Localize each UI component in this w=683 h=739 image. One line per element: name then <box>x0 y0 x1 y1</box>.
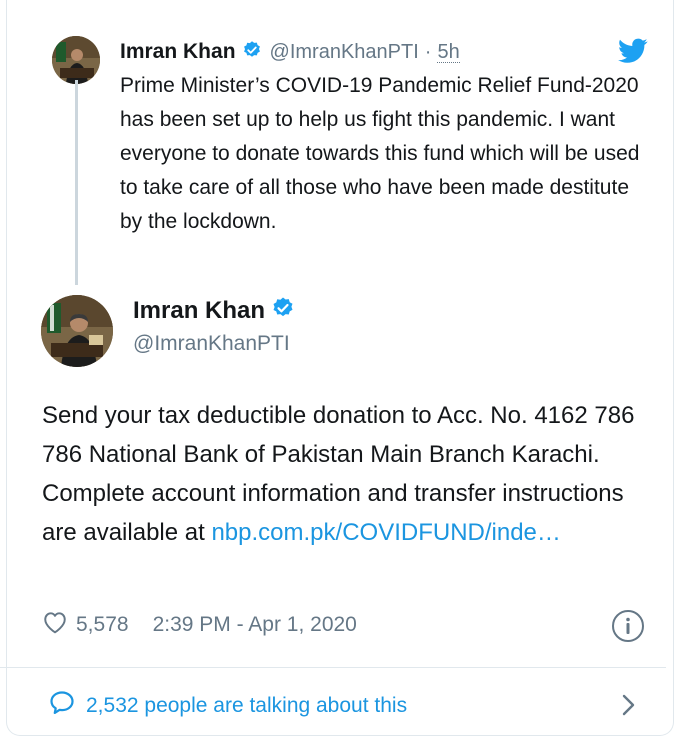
quoted-author-name[interactable]: Imran Khan <box>120 40 236 64</box>
tweet-body: Send your tax deductible donation to Acc… <box>42 396 657 552</box>
verified-badge-icon <box>242 40 262 65</box>
chevron-right-icon[interactable] <box>618 693 638 722</box>
heart-outline-icon[interactable] <box>42 610 68 640</box>
quoted-timestamp[interactable]: 5h <box>437 42 460 63</box>
quoted-author-handle[interactable]: @ImranKhanPTI <box>270 41 419 64</box>
thread-connector-line <box>75 80 78 285</box>
author-handle[interactable]: @ImranKhanPTI <box>133 332 290 356</box>
like-count[interactable]: 5,578 <box>76 613 129 637</box>
verified-badge-icon <box>271 296 295 325</box>
quoted-avatar[interactable] <box>52 36 100 84</box>
author-name-row: Imran Khan <box>133 296 295 325</box>
quoted-header: Imran Khan @ImranKhanPTI · 5h <box>120 36 460 68</box>
speech-bubble-icon <box>48 689 76 722</box>
info-circle-icon[interactable] <box>611 609 645 643</box>
tweet-timestamp[interactable]: 2:39 PM - Apr 1, 2020 <box>153 613 357 637</box>
talking-about-link[interactable]: 2,532 people are talking about this <box>48 689 407 722</box>
talking-about-text[interactable]: 2,532 people are talking about this <box>86 694 407 718</box>
twitter-bird-icon[interactable] <box>618 38 648 69</box>
author-avatar[interactable] <box>41 295 113 367</box>
quoted-tweet-text: Prime Minister’s COVID-19 Pandemic Relie… <box>120 74 640 233</box>
header-separator: · <box>424 40 432 63</box>
tweet-link[interactable]: nbp.com.pk/COVIDFUND/inde… <box>211 519 560 546</box>
tweet-meta: 5,578 2:39 PM - Apr 1, 2020 <box>42 610 357 640</box>
author-name[interactable]: Imran Khan <box>133 297 265 325</box>
footer-divider <box>0 667 666 668</box>
